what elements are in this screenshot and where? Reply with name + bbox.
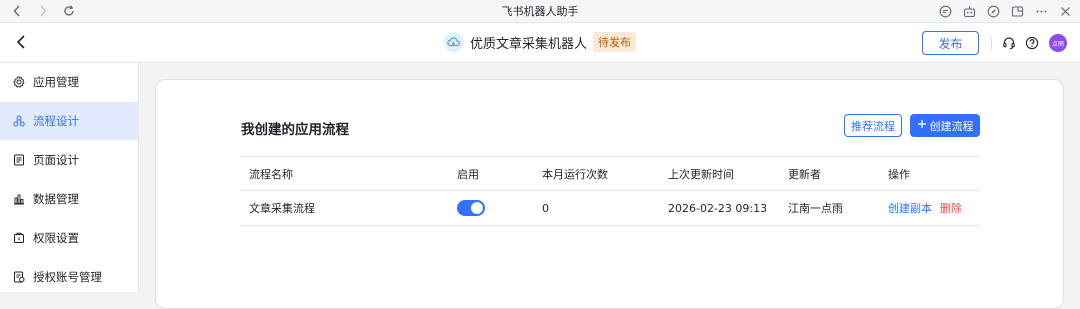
flow-name[interactable]: 文章采集流程 [249, 191, 315, 225]
headset-icon[interactable] [1001, 35, 1017, 51]
reload-icon[interactable] [62, 4, 76, 18]
window-titlebar: 飞书机器人助手 [0, 0, 1080, 23]
actions-cell: 创建副本 删除 [888, 191, 970, 225]
browser-back-icon[interactable] [10, 4, 24, 18]
plus-icon [917, 119, 927, 132]
sidebar-item-label: 页面设计 [33, 153, 79, 167]
recommended-flows-button[interactable]: 推荐流程 [844, 114, 902, 137]
sidebar: 应用管理 流程设计 页面设计 数据管理 权限设置 授权账号管理 [0, 63, 139, 292]
flow-list-card: 我创建的应用流程 推荐流程 创建流程 流程名称 启用 本月运行次数 上次更新时间… [155, 79, 1064, 309]
enable-toggle[interactable] [457, 200, 485, 216]
table-row[interactable]: 文章采集流程 0 2026-02-23 09:13 江南一点雨 创建副本 删除 [240, 190, 980, 226]
last-updated: 2026-02-23 09:13 [668, 201, 768, 215]
section-title: 我创建的应用流程 [241, 122, 349, 138]
avatar[interactable]: 点雨 [1049, 34, 1067, 52]
sidebar-item-label: 数据管理 [33, 192, 79, 206]
publish-button[interactable]: 发布 [922, 31, 979, 55]
browser-forward-icon[interactable] [36, 4, 50, 18]
page-icon [13, 154, 25, 166]
sidebar-item-label: 权限设置 [33, 231, 79, 245]
window-share-icon[interactable] [1011, 5, 1024, 18]
chart-icon [13, 193, 25, 205]
create-flow-button[interactable]: 创建流程 [910, 114, 980, 137]
sidebar-item-label: 应用管理 [33, 75, 79, 89]
flow-icon [13, 115, 25, 127]
robot-icon[interactable] [963, 5, 976, 18]
column-header: 本月运行次数 [542, 167, 608, 181]
app-header: 优质文章采集机器人 待发布 发布 点雨 [0, 23, 1080, 63]
enable-toggle-cell [457, 191, 485, 225]
run-count: 0 [542, 201, 549, 215]
flow-table: 流程名称 启用 本月运行次数 上次更新时间 更新者 操作 文章采集流程 0 20… [240, 156, 980, 226]
create-flow-label: 创建流程 [929, 119, 974, 133]
sidebar-item-label: 流程设计 [33, 114, 79, 128]
account-icon [13, 271, 25, 283]
column-header: 流程名称 [249, 167, 293, 181]
app-name: 优质文章采集机器人 [469, 36, 587, 52]
close-icon[interactable] [1059, 5, 1072, 18]
cloud-icon [443, 32, 464, 52]
column-header: 操作 [888, 167, 910, 181]
window-title: 飞书机器人助手 [501, 5, 579, 18]
create-copy-link[interactable]: 创建副本 [888, 200, 932, 216]
header-divider [991, 37, 992, 50]
sidebar-item-authorized-accounts[interactable]: 授权账号管理 [0, 258, 138, 296]
column-header: 启用 [457, 167, 479, 181]
sidebar-item-flow-design[interactable]: 流程设计 [0, 102, 138, 140]
back-button[interactable] [12, 33, 30, 51]
updater: 江南一点雨 [788, 202, 843, 215]
lock-icon [13, 232, 25, 244]
delete-link[interactable]: 删除 [940, 200, 962, 216]
table-header: 流程名称 启用 本月运行次数 上次更新时间 更新者 操作 [240, 156, 980, 190]
help-icon[interactable] [1024, 35, 1040, 51]
gear-icon [13, 76, 25, 88]
sidebar-item-label: 授权账号管理 [33, 270, 102, 284]
sidebar-item-page-design[interactable]: 页面设计 [0, 141, 138, 179]
chat-icon[interactable] [939, 5, 952, 18]
column-header: 更新者 [788, 167, 821, 181]
column-header: 上次更新时间 [668, 167, 734, 181]
sidebar-item-app-management[interactable]: 应用管理 [0, 63, 138, 101]
status-badge: 待发布 [593, 32, 636, 52]
sidebar-item-data-management[interactable]: 数据管理 [0, 180, 138, 218]
more-icon[interactable] [1035, 5, 1048, 18]
sidebar-item-permissions[interactable]: 权限设置 [0, 219, 138, 257]
compass-icon[interactable] [987, 5, 1000, 18]
app-title-group: 优质文章采集机器人 待发布 [0, 32, 1080, 52]
